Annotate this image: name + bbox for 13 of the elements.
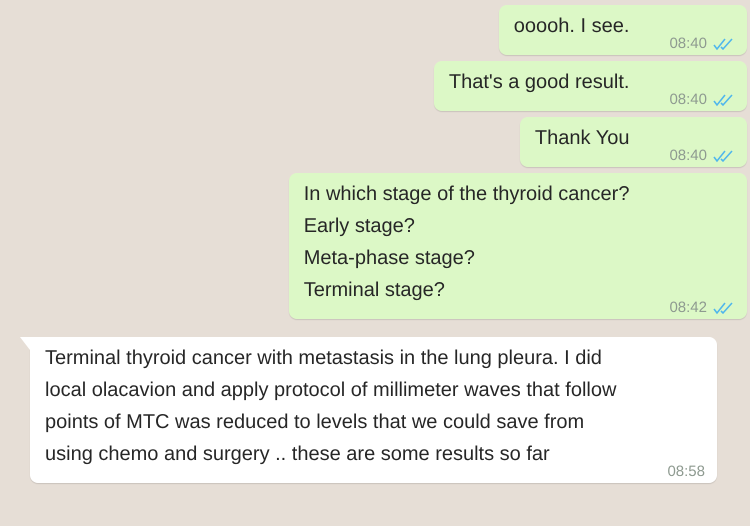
message-time: 08:40 [669, 35, 707, 52]
message-time: 08:40 [669, 91, 707, 108]
message-text: In which stage of the thyroid cancer? [304, 182, 630, 207]
message-text: ooooh. I see. [514, 14, 630, 39]
message-time: 08:40 [669, 147, 707, 164]
message-text: Terminal thyroid cancer with metastasis in the lung pleura. I did local olacavion and apply protocol of millimeter waves that follow points of MTC was reduced to levels that we could save from using chemo and surgery .. these are some results so far [45, 346, 618, 467]
message-text: Thank You [534, 126, 630, 151]
message-text: Meta-phase stage? [304, 246, 476, 271]
message-text: Early stage? [304, 214, 416, 239]
message-time: 08:42 [669, 299, 707, 316]
message-text: That's a good result. [448, 70, 630, 95]
message-text: Terminal stage? [304, 278, 446, 303]
message-time: 08:58 [667, 463, 705, 480]
